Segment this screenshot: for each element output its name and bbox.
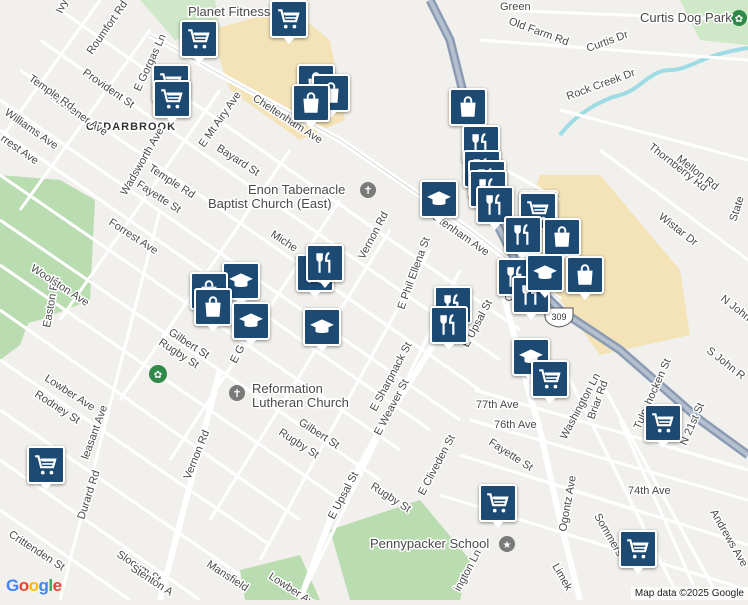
store-marker[interactable] bbox=[27, 446, 65, 490]
cap-icon bbox=[309, 314, 335, 340]
place-label: Baptist Church (East) bbox=[208, 196, 332, 211]
street-label: Wistar Dr bbox=[656, 211, 700, 249]
cap-icon bbox=[426, 186, 452, 212]
store-marker[interactable] bbox=[270, 0, 308, 44]
svg-text:✝: ✝ bbox=[363, 184, 372, 197]
school-marker[interactable] bbox=[420, 180, 458, 224]
place-label: Pennypacker School bbox=[370, 536, 489, 551]
street-label: Durard Rd bbox=[75, 469, 102, 521]
shop-marker[interactable] bbox=[292, 84, 330, 128]
street-label: 77th Ave bbox=[476, 399, 519, 411]
school-marker[interactable] bbox=[232, 302, 270, 346]
cart-icon bbox=[276, 6, 302, 32]
street-label: Ivy Hi bbox=[54, 0, 76, 15]
bag-icon bbox=[549, 224, 575, 250]
store-marker[interactable] bbox=[619, 530, 657, 574]
svg-text:★: ★ bbox=[503, 540, 512, 551]
street-label: E Cliveden St bbox=[416, 433, 458, 497]
restaurant-marker[interactable] bbox=[430, 306, 468, 350]
cap-icon bbox=[238, 308, 264, 334]
street-label: Ogontz Ave bbox=[557, 475, 579, 533]
street-label: S John R bbox=[704, 345, 747, 382]
cart-icon bbox=[33, 452, 59, 478]
map-canvas[interactable]: 309 ✝ ✝ ★ ✿ ✿ Planet Fitness Curtis Dog … bbox=[0, 0, 748, 605]
street-label: Provident St bbox=[80, 67, 136, 111]
fork-icon bbox=[436, 312, 462, 338]
street-label: Roumfort Rd bbox=[85, 0, 131, 57]
place-label: Curtis Dog Park bbox=[640, 10, 732, 25]
shop-marker[interactable] bbox=[543, 218, 581, 262]
fork-icon bbox=[312, 250, 338, 276]
place-label: Planet Fitness bbox=[188, 4, 271, 19]
svg-text:✝: ✝ bbox=[232, 387, 241, 400]
google-logo: Google bbox=[6, 576, 62, 595]
street-label: Bayard St bbox=[214, 142, 261, 178]
street-label: State bbox=[727, 195, 746, 223]
bag-icon bbox=[455, 94, 481, 120]
svg-text:309: 309 bbox=[551, 312, 566, 322]
bag-icon bbox=[200, 294, 226, 320]
svg-text:✿: ✿ bbox=[154, 370, 162, 381]
store-marker[interactable] bbox=[531, 360, 569, 404]
shop-marker[interactable] bbox=[194, 288, 232, 332]
store-marker[interactable] bbox=[153, 80, 191, 124]
cart-icon bbox=[159, 86, 185, 112]
store-marker[interactable] bbox=[644, 404, 682, 448]
store-marker[interactable] bbox=[479, 484, 517, 528]
store-marker[interactable] bbox=[180, 20, 218, 64]
place-label: Lutheran Church bbox=[252, 395, 349, 410]
cart-icon bbox=[485, 490, 511, 516]
school-marker[interactable] bbox=[303, 308, 341, 352]
restaurant-marker[interactable] bbox=[504, 216, 542, 260]
street-label: Andrews Ave bbox=[707, 508, 748, 569]
park-area bbox=[0, 318, 30, 360]
map-base: 309 ✝ ✝ ★ ✿ ✿ Planet Fitness Curtis Dog … bbox=[0, 0, 748, 605]
street-label: E Mt Airy Ave bbox=[197, 89, 244, 149]
bag-icon bbox=[298, 90, 324, 116]
restaurant-marker[interactable] bbox=[306, 244, 344, 288]
map-attribution: Map data ©2025 Google bbox=[630, 587, 748, 600]
place-label: Enon Tabernacle bbox=[248, 182, 345, 197]
street-label: 74th Ave bbox=[628, 485, 671, 497]
cart-icon bbox=[625, 536, 651, 562]
cart-icon bbox=[537, 366, 563, 392]
fork-icon bbox=[510, 222, 536, 248]
street-label: Miche bbox=[268, 228, 299, 254]
cart-icon bbox=[186, 26, 212, 52]
place-label: Reformation bbox=[252, 381, 323, 396]
street-label: 76th Ave bbox=[494, 419, 537, 431]
shop-marker[interactable] bbox=[449, 88, 487, 132]
street-label: Green bbox=[500, 1, 531, 13]
shop-marker[interactable] bbox=[566, 256, 604, 300]
cap-icon bbox=[532, 260, 558, 286]
svg-text:✿: ✿ bbox=[735, 14, 743, 25]
fork-icon bbox=[482, 192, 508, 218]
street-label: N John bbox=[718, 293, 748, 324]
cart-icon bbox=[650, 410, 676, 436]
street-label: Rock Creek Dr bbox=[565, 67, 637, 103]
school-marker[interactable] bbox=[526, 254, 564, 298]
bag-icon bbox=[572, 262, 598, 288]
street-label: Fayette St bbox=[486, 436, 535, 473]
